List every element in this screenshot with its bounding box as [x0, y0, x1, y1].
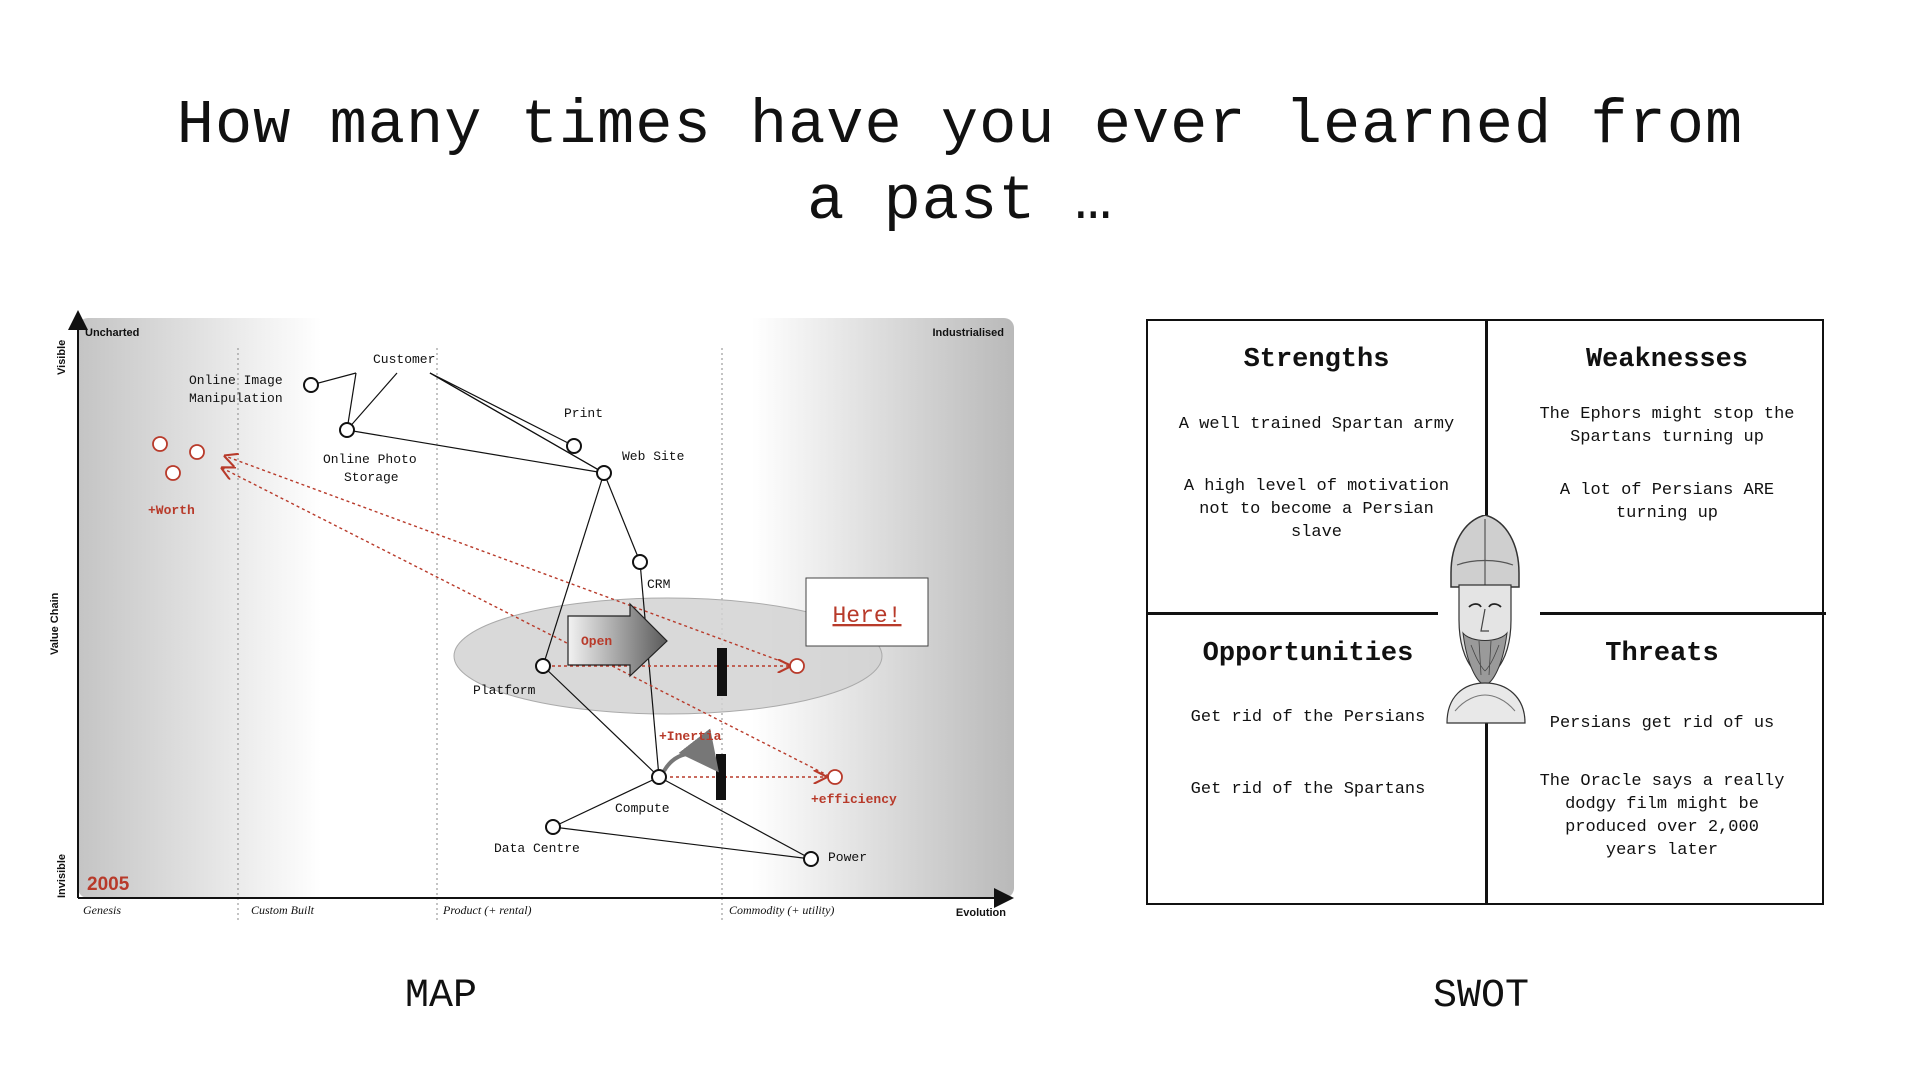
open-label: Open: [581, 634, 612, 649]
caption-swot: SWOT: [1433, 974, 1530, 1019]
strengths-title: Strengths: [1243, 345, 1390, 375]
node-crm: [632, 554, 648, 570]
threats-item-2: The Oracle says a really: [1539, 772, 1785, 791]
node-worth-2: [189, 444, 205, 460]
x-label-genesis: Genesis: [83, 903, 121, 917]
map-year: 2005: [87, 874, 130, 895]
swot-threats: Threats Persians get rid of us The Oracl…: [1502, 639, 1822, 899]
opportunities-item-1: Get rid of the Persians: [1190, 708, 1426, 727]
x-label-commodity: Commodity (+ utility): [729, 903, 834, 917]
label-online-photo-2: Storage: [344, 470, 399, 485]
node-online-image: [303, 377, 319, 393]
opportunities-item-2: Get rid of the Spartans: [1190, 780, 1426, 799]
node-worth-3: [165, 465, 181, 481]
threats-item-5: years later: [1605, 841, 1719, 860]
label-online-photo-1: Online Photo: [323, 452, 417, 467]
strengths-item-2: A high level of motivation: [1183, 477, 1450, 496]
node-worth-1: [152, 436, 168, 452]
label-crm: CRM: [647, 577, 670, 592]
node-compute: [651, 769, 667, 785]
node-online-photo: [339, 422, 355, 438]
weaknesses-item-3: A lot of Persians ARE: [1559, 481, 1775, 500]
swot-opportunities: Opportunities Get rid of the Persians Ge…: [1148, 639, 1468, 899]
strengths-item-1: A well trained Spartan army: [1178, 415, 1455, 434]
corner-label-uncharted: Uncharted: [85, 327, 139, 339]
label-data-centre: Data Centre: [494, 841, 580, 856]
label-compute: Compute: [615, 801, 670, 816]
weaknesses-item-1: The Ephors might stop the: [1539, 405, 1795, 424]
spartan-bust-image: [1446, 515, 1526, 724]
swot-horizontal-divider-right: [1540, 612, 1826, 615]
opportunities-title: Opportunities: [1202, 639, 1414, 669]
node-web-site: [596, 465, 612, 481]
swot-weaknesses: Weaknesses The Ephors might stop the Spa…: [1502, 345, 1832, 605]
weaknesses-title: Weaknesses: [1585, 345, 1749, 375]
label-online-image-2: Manipulation: [189, 391, 283, 406]
label-platform: Platform: [473, 683, 536, 698]
corner-label-industrialised: Industrialised: [932, 327, 1004, 339]
weaknesses-item-4: turning up: [1615, 504, 1719, 523]
label-efficiency: +efficiency: [811, 792, 897, 807]
inertia-bar-compute: [716, 754, 726, 800]
label-power: Power: [828, 850, 867, 865]
label-online-image-1: Online Image: [189, 373, 283, 388]
threats-item-3: dodgy film might be: [1565, 795, 1759, 814]
y-label-invisible: Invisible: [56, 854, 68, 898]
threats-item-4: produced over 2,000: [1565, 818, 1759, 837]
node-data-centre: [545, 819, 561, 835]
node-target-compute: [827, 769, 843, 785]
label-print: Print: [564, 406, 603, 421]
y-label-value-chain: Value Chain: [49, 592, 61, 655]
caption-map: MAP: [405, 974, 478, 1019]
here-callout-text: Here!: [832, 603, 901, 629]
node-platform: [535, 658, 551, 674]
label-inertia: +Inertia: [659, 729, 722, 744]
threats-item-1: Persians get rid of us: [1549, 714, 1775, 733]
threats-title: Threats: [1605, 639, 1719, 669]
x-label-evolution: Evolution: [956, 907, 1006, 919]
node-target-platform: [789, 658, 805, 674]
x-label-product: Product (+ rental): [442, 903, 532, 917]
inertia-bar-platform: [717, 648, 727, 696]
label-web-site: Web Site: [622, 449, 684, 464]
node-print: [566, 438, 582, 454]
swot-horizontal-divider-left: [1148, 612, 1438, 615]
label-worth: +Worth: [148, 503, 195, 518]
node-power: [803, 851, 819, 867]
x-label-custom-built: Custom Built: [251, 903, 315, 917]
y-label-visible: Visible: [56, 340, 68, 375]
weaknesses-item-2: Spartans turning up: [1570, 428, 1764, 447]
label-customer: Customer: [373, 352, 435, 367]
